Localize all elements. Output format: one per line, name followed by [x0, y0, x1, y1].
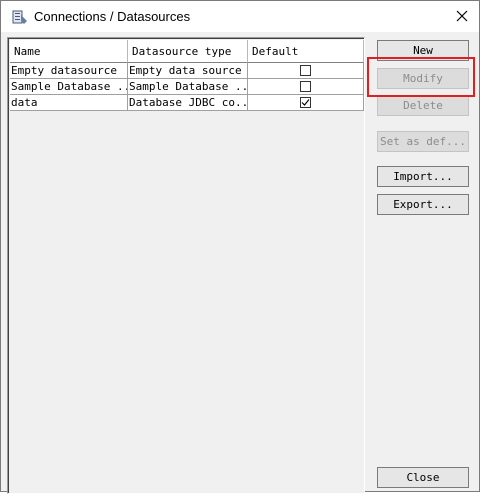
datasource-app-icon — [12, 9, 28, 25]
cell-name: data — [10, 95, 128, 111]
connections-dialog: Connections / Datasources Name Datasourc… — [0, 0, 480, 494]
default-checkbox-checked[interactable] — [300, 97, 311, 108]
cell-default — [248, 63, 364, 79]
cell-name: Sample Database ... — [10, 79, 128, 95]
default-checkbox[interactable] — [300, 65, 311, 76]
datasource-table: Name Datasource type Default Empty datas… — [10, 40, 364, 111]
modify-button[interactable]: Modify — [377, 68, 469, 89]
default-checkbox[interactable] — [300, 81, 311, 92]
column-header-datasource-type[interactable]: Datasource type — [128, 40, 248, 63]
table-row[interactable]: Sample Database ... Sample Database ... — [10, 79, 364, 95]
dialog-content: Name Datasource type Default Empty datas… — [1, 32, 479, 494]
cell-type: Empty data source — [128, 63, 248, 79]
cell-type: Sample Database ... — [128, 79, 248, 95]
table-header: Name Datasource type Default — [10, 40, 364, 63]
datasource-table-panel: Name Datasource type Default Empty datas… — [7, 37, 365, 494]
column-header-name[interactable]: Name — [10, 40, 128, 63]
table-row[interactable]: Empty datasource Empty data source — [10, 63, 364, 79]
new-button[interactable]: New — [377, 40, 469, 61]
delete-button[interactable]: Delete — [377, 95, 469, 116]
export-button[interactable]: Export... — [377, 194, 469, 215]
table-row[interactable]: data Database JDBC co... — [10, 95, 364, 111]
set-as-default-button[interactable]: Set as def... — [377, 131, 469, 152]
cell-name: Empty datasource — [10, 63, 128, 79]
close-icon[interactable] — [451, 5, 473, 27]
column-header-default[interactable]: Default — [248, 40, 364, 63]
cell-default — [248, 95, 364, 111]
close-button[interactable]: Close — [377, 467, 469, 488]
checkmark-icon — [301, 99, 310, 106]
cell-default — [248, 79, 364, 95]
import-button[interactable]: Import... — [377, 166, 469, 187]
title-bar: Connections / Datasources — [1, 1, 479, 32]
cell-type: Database JDBC co... — [128, 95, 248, 111]
window-title: Connections / Datasources — [34, 9, 191, 24]
